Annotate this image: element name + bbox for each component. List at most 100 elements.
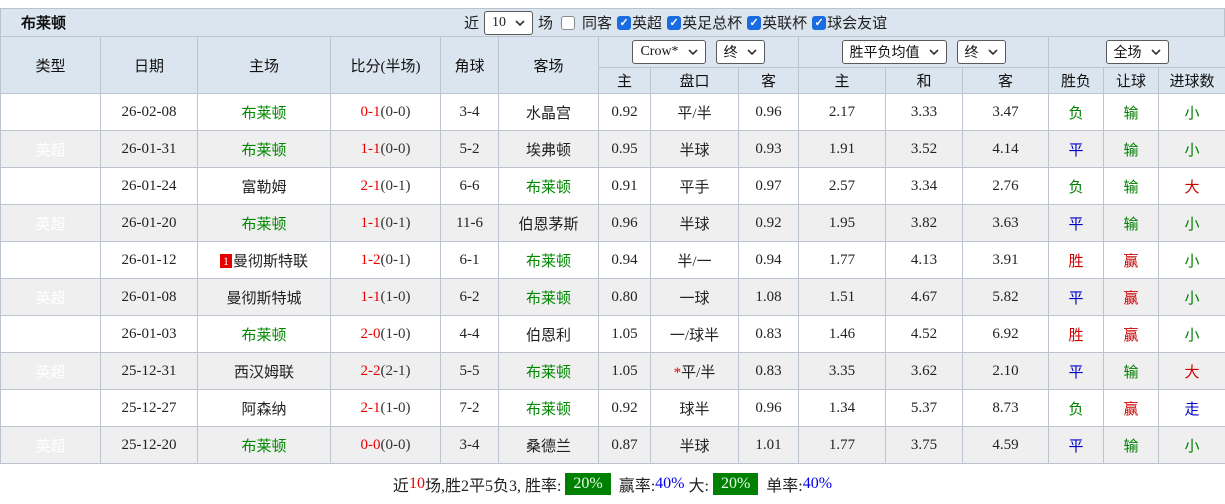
col-header-away: 客场 (499, 37, 599, 94)
avg-odds-draw: 3.62 (886, 353, 963, 390)
result-handicap: 输 (1104, 427, 1159, 464)
corners-cell: 11-6 (441, 205, 499, 242)
avg-odds-draw: 3.52 (886, 131, 963, 168)
bookmaker-select-group: Crow* 终 (599, 37, 799, 68)
score-cell: 1-1(1-0) (331, 279, 441, 316)
score-cell: 1-2(0-1) (331, 242, 441, 279)
filter-item: ✓球会友谊 (812, 12, 887, 33)
filter-item: ✓英联杯 (747, 12, 807, 33)
home-team-name: 曼彻斯特城 (226, 291, 301, 307)
result-win-draw-loss: 平 (1049, 205, 1104, 242)
corners-cell: 6-2 (441, 279, 499, 316)
avg-odds-draw: 3.34 (886, 168, 963, 205)
result-win-draw-loss: 负 (1049, 94, 1104, 131)
home-team-name: 曼彻斯特联 (233, 254, 308, 270)
footer-handicap-value: 40% (655, 475, 684, 493)
league-type-badge: 英超 (1, 279, 101, 316)
handicap-line-text: 半球 (679, 217, 709, 233)
avg-odds-home: 1.46 (799, 316, 886, 353)
corners-cell: 3-4 (441, 94, 499, 131)
handicap-line-text: 一球 (679, 291, 709, 307)
full-time-score: 1-2 (361, 252, 381, 268)
handicap-odds-away: 0.97 (739, 168, 799, 205)
match-row: 英超26-01-31布莱顿1-1(0-0)5-2埃弗顿0.95半球0.931.9… (1, 131, 1225, 168)
home-team-cell: 富勒姆 (198, 168, 331, 205)
handicap-line-text: 半球 (679, 439, 709, 455)
avg-odds-away: 6.92 (963, 316, 1049, 353)
score-cell: 2-0(1-0) (331, 316, 441, 353)
bookmaker-stage-select[interactable]: 终 (716, 40, 765, 64)
avg-stage-value: 终 (965, 42, 979, 62)
chevron-down-icon (688, 49, 698, 55)
col-header-avg-away: 客 (963, 68, 1049, 94)
scope-value: 全场 (1114, 42, 1142, 62)
col-header-type: 类型 (1, 37, 101, 94)
avg-stage-select[interactable]: 终 (957, 40, 1006, 64)
match-date: 26-01-31 (101, 131, 198, 168)
handicap-odds-home: 0.91 (599, 168, 651, 205)
scope-select-group: 全场 (1049, 37, 1225, 68)
filter-label: 球会友谊 (827, 12, 887, 33)
avg-odds-away: 4.59 (963, 427, 1049, 464)
avg-odds-away: 3.63 (963, 205, 1049, 242)
checkbox-checked-icon[interactable]: ✓ (667, 16, 681, 30)
home-team-cell: 布莱顿 (198, 94, 331, 131)
handicap-odds-away: 0.96 (739, 390, 799, 427)
checkbox-checked-icon[interactable]: ✓ (617, 16, 631, 30)
score-cell: 0-1(0-0) (331, 94, 441, 131)
checkbox-unchecked-icon[interactable] (561, 16, 575, 30)
col-header-home: 主场 (198, 37, 331, 94)
handicap-line-text: 半球 (679, 143, 709, 159)
home-team-cell: 布莱顿 (198, 131, 331, 168)
result-goals: 小 (1159, 94, 1225, 131)
handicap-line-text: 一/球半 (670, 328, 719, 344)
result-win-draw-loss: 胜 (1049, 316, 1104, 353)
full-time-score: 1-1 (361, 289, 381, 305)
league-filters: 同客✓英超✓英足总杯✓英联杯✓球会友谊 (556, 12, 887, 33)
avg-odds-home: 1.95 (799, 205, 886, 242)
avg-odds-home: 1.77 (799, 242, 886, 279)
win-rate-badge: 20% (565, 473, 610, 495)
away-team-cell: 布莱顿 (499, 279, 599, 316)
corners-cell: 6-6 (441, 168, 499, 205)
bookmaker-select[interactable]: Crow* (632, 40, 705, 64)
half-time-score: (0-0) (381, 437, 411, 453)
score-cell: 1-1(0-0) (331, 131, 441, 168)
league-type-badge: 英超 (1, 427, 101, 464)
checkbox-checked-icon[interactable]: ✓ (747, 16, 761, 30)
result-goals: 小 (1159, 131, 1225, 168)
col-header-corners: 角球 (441, 37, 499, 94)
full-time-score: 1-1 (361, 141, 381, 157)
away-team-cell: 布莱顿 (499, 242, 599, 279)
page-top-strip (0, 0, 1225, 8)
match-row: 英超25-12-31西汉姆联2-2(2-1)5-5布莱顿1.05*平/半0.83… (1, 353, 1225, 390)
handicap-line-text: 平/半 (677, 106, 711, 122)
handicap-odds-home: 0.87 (599, 427, 651, 464)
result-win-draw-loss: 平 (1049, 131, 1104, 168)
home-team-cell: 布莱顿 (198, 316, 331, 353)
handicap-line-text: 平/半 (681, 365, 715, 381)
corners-cell: 6-1 (441, 242, 499, 279)
match-count-select[interactable]: 10 (484, 11, 533, 35)
handicap-line: 半球 (651, 427, 739, 464)
handicap-odds-home: 0.80 (599, 279, 651, 316)
checkbox-checked-icon[interactable]: ✓ (812, 16, 826, 30)
scope-select[interactable]: 全场 (1106, 40, 1169, 64)
away-team-name: 水晶宫 (526, 106, 571, 122)
result-goals: 走 (1159, 390, 1225, 427)
rank-badge: 1 (220, 254, 232, 268)
away-team-cell: 水晶宫 (499, 94, 599, 131)
avg-odds-draw: 3.33 (886, 94, 963, 131)
handicap-line-text: 球半 (679, 402, 709, 418)
match-date: 26-01-12 (101, 242, 198, 279)
avg-odds-value: 胜平负均值 (850, 42, 920, 62)
chevron-down-icon (515, 20, 525, 26)
home-team-name: 布莱顿 (241, 106, 286, 122)
match-date: 26-01-03 (101, 316, 198, 353)
match-row: 英足总杯26-01-121曼彻斯特联1-2(0-1)6-1布莱顿0.94半/一0… (1, 242, 1225, 279)
chevron-down-icon (1151, 49, 1161, 55)
away-team-cell: 伯恩茅斯 (499, 205, 599, 242)
avg-odds-select[interactable]: 胜平负均值 (842, 40, 947, 64)
filter-label: 英超 (632, 12, 662, 33)
avg-odds-away: 8.73 (963, 390, 1049, 427)
